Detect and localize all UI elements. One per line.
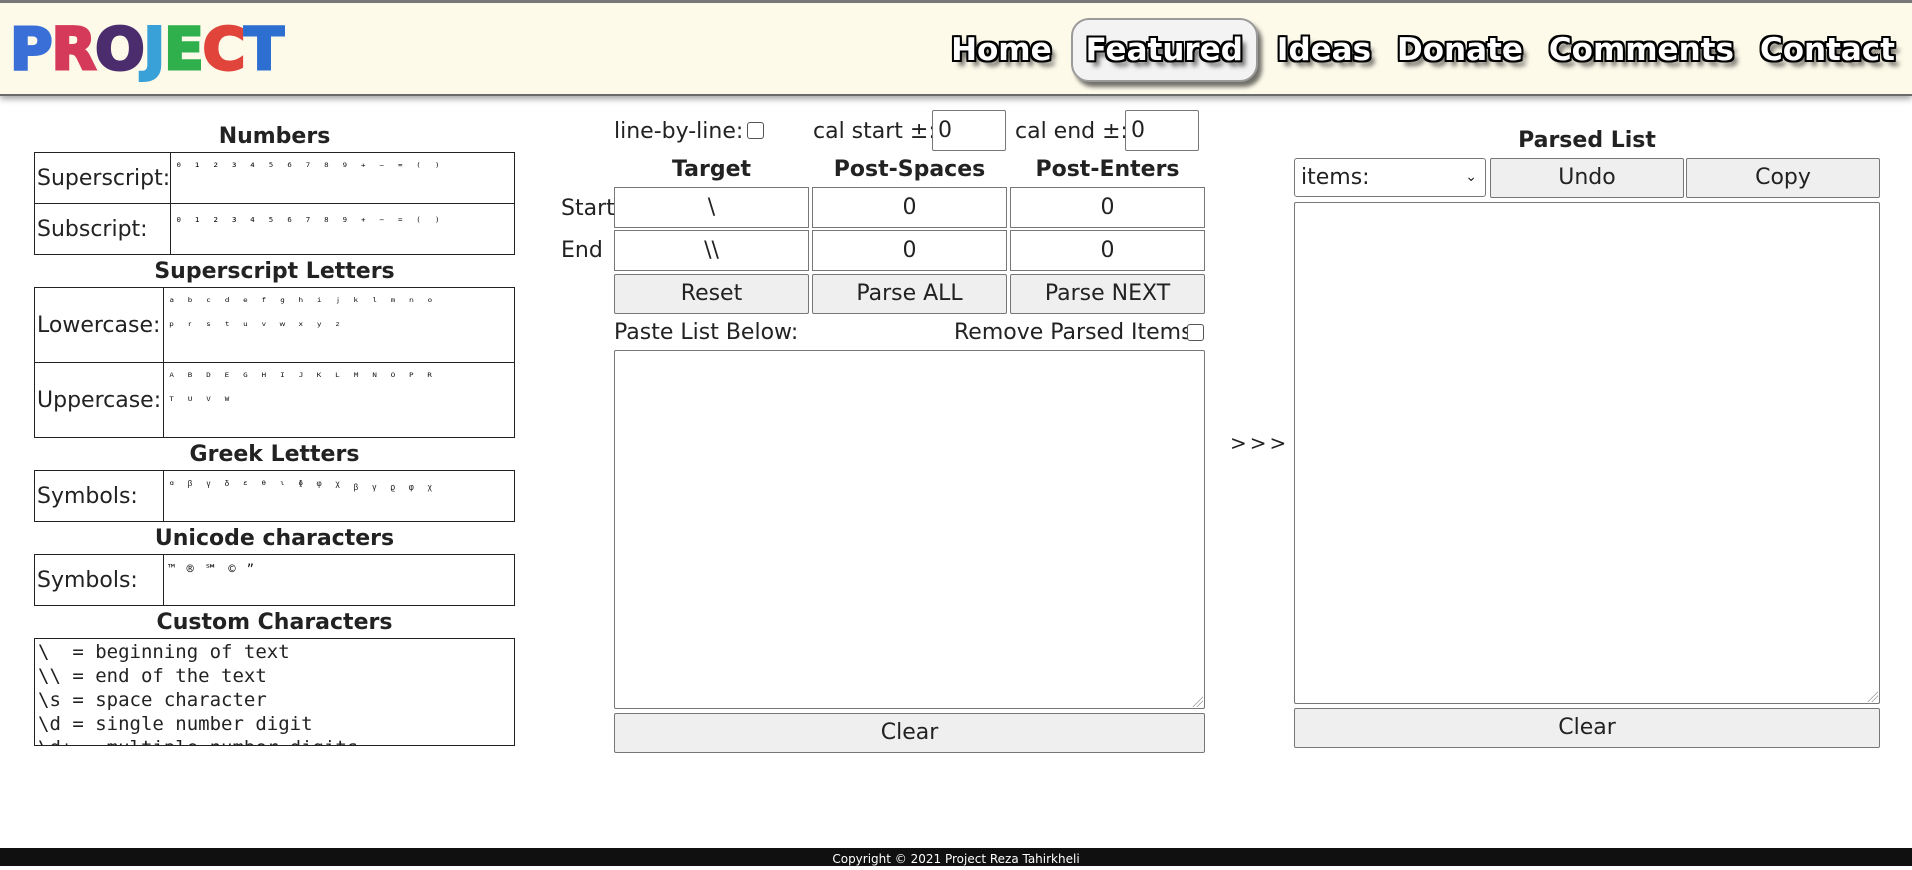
post-spaces-column-header: Post-Spaces [833,157,986,182]
lowercase-chars-row-1[interactable]: ᵃ ᵇ ᶜ ᵈ ᵉ ᶠ ᵍ ʰ ⁱ ʲ ᵏ ˡ ᵐ ⁿ ᵒ [168,290,510,314]
start-target-input[interactable]: \ [614,187,809,228]
logo-letter: P [9,15,54,83]
clear-input-button[interactable]: Clear [614,713,1205,753]
target-column-header: Target [671,157,752,182]
custom-character-line: \d+ = multiple number digits [38,736,511,745]
paste-list-textarea[interactable] [614,350,1205,709]
lowercase-chars-row-2[interactable]: ᵖ ʳ ˢ ᵗ ᵘ ᵛ ʷ ˣ ʸ ᶻ [168,314,510,338]
logo-letter: E [163,15,206,83]
custom-characters-heading: Custom Characters [156,610,393,635]
greek-symbols-label: Symbols: [34,470,164,522]
parse-next-button[interactable]: Parse NEXT [1010,274,1205,314]
unicode-characters-heading: Unicode characters [154,526,395,551]
parse-all-button[interactable]: Parse ALL [812,274,1007,314]
resize-grip-icon[interactable] [1866,690,1878,702]
nav-donate-link[interactable]: Donate [1384,17,1536,83]
parsed-list-title: Parsed List [1518,128,1656,153]
custom-character-line: \ = beginning of text [38,641,290,663]
start-post-enters-input[interactable]: 0 [1010,187,1205,228]
end-post-spaces-input[interactable]: 0 [812,230,1007,271]
cal-end-input[interactable]: 0 [1125,110,1199,151]
superscript-label: Superscript: [34,152,172,204]
greek-letters-heading: Greek Letters [189,442,360,467]
nav-contact-link[interactable]: Contact [1747,17,1908,83]
nav-featured-link[interactable]: Featured [1070,18,1258,82]
site-header: PROJECT Home Featured Ideas Donate Comments C… [0,0,1912,96]
custom-character-line: \d = single number digit [38,713,313,735]
logo-letter: O [94,15,146,83]
uppercase-chars[interactable]: ᴬ ᴮ ᴰ ᴱ ᴳ ᴴ ᴵ ᴶ ᴷ ᴸ ᴹ ᴺ ᴼ ᴾ ᴿ ᵀ ᵁ ⱽ ᵂ [163,362,515,438]
transfer-arrow: >>> [1230,431,1290,455]
subscript-label: Subscript: [34,203,172,255]
unicode-symbols-label: Symbols: [34,554,164,606]
custom-character-line: \s = space character [38,689,267,711]
copyright-text: Copyright © 2021 Project Reza Tahirkheli [832,852,1080,866]
start-post-spaces-input[interactable]: 0 [812,187,1007,228]
greek-letters-table: Symbols: ᵅ ᵝ ᵞ ᵟ ᵋ ᶿ ᶥ ᶲ ᵠ ᵡ ᵦ ᵧ ᵨ ᵩ ᵪ [34,470,515,522]
start-row-label: Start [561,196,615,221]
nav-ideas-link[interactable]: Ideas [1264,17,1384,83]
nav-home-link[interactable]: Home [938,17,1065,83]
remove-parsed-items-checkbox[interactable] [1187,324,1204,341]
cal-end-label: cal end ±: [1015,119,1128,144]
subscript-chars[interactable]: ₀ ₁ ₂ ₃ ₄ ₅ ₆ ₇ ₈ ₉ ₊ ₋ ₌ ₍ ₎ [170,203,515,255]
line-by-line-checkbox[interactable] [747,122,764,139]
cal-start-label: cal start ±: [813,119,936,144]
clear-parsed-button[interactable]: Clear [1294,708,1880,748]
items-select[interactable]: items: ⌄ [1294,158,1486,197]
remove-parsed-items-label: Remove Parsed Items [954,320,1193,345]
line-by-line-label: line-by-line: [614,119,744,144]
unicode-characters-table: Symbols: ™ ® ℠ © ” [34,554,515,606]
custom-characters-box[interactable]: \ = beginning of text \\ = end of the tex… [34,638,515,746]
end-row-label: End [561,238,603,263]
uppercase-label: Uppercase: [34,362,164,438]
greek-chars[interactable]: ᵅ ᵝ ᵞ ᵟ ᵋ ᶿ ᶥ ᶲ ᵠ ᵡ ᵦ ᵧ ᵨ ᵩ ᵪ [163,470,515,522]
unicode-chars[interactable]: ™ ® ℠ © ” [163,554,515,606]
logo-letter: T [243,15,286,83]
end-post-enters-input[interactable]: 0 [1010,230,1205,271]
undo-button[interactable]: Undo [1490,158,1684,198]
logo-letter: C [201,15,247,83]
items-select-value: items: [1301,165,1370,190]
project-logo[interactable]: PROJECT [9,15,286,83]
numbers-table: Superscript: ⁰ ¹ ² ³ ⁴ ⁵ ⁶ ⁷ ⁸ ⁹ ⁺ ⁻ ⁼ ⁽… [34,152,515,255]
numbers-heading: Numbers [218,124,331,149]
nav-comments-link[interactable]: Comments [1536,17,1747,83]
reset-button[interactable]: Reset [614,274,809,314]
paste-list-label: Paste List Below: [614,320,799,345]
logo-letter: R [50,15,98,83]
superscript-letters-table: Lowercase: ᵃ ᵇ ᶜ ᵈ ᵉ ᶠ ᵍ ʰ ⁱ ʲ ᵏ ˡ ᵐ ⁿ ᵒ… [34,287,515,438]
chevron-down-icon: ⌄ [1465,169,1477,185]
uppercase-chars-row-1[interactable]: ᴬ ᴮ ᴰ ᴱ ᴳ ᴴ ᴵ ᴶ ᴷ ᴸ ᴹ ᴺ ᴼ ᴾ ᴿ [168,365,510,389]
end-target-input[interactable]: \\ [614,230,809,271]
superscript-letters-heading: Superscript Letters [154,259,395,284]
lowercase-label: Lowercase: [34,287,164,363]
cal-start-input[interactable]: 0 [932,110,1006,151]
main-nav: Home Featured Ideas Donate Comments Contact [938,17,1908,83]
superscript-chars[interactable]: ⁰ ¹ ² ³ ⁴ ⁵ ⁶ ⁷ ⁸ ⁹ ⁺ ⁻ ⁼ ⁽ ⁾ [170,152,515,204]
parsed-list-textarea[interactable] [1294,202,1880,704]
character-reference-panel: Numbers Superscript: ⁰ ¹ ² ³ ⁴ ⁵ ⁶ ⁷ ⁸ ⁹… [34,120,539,755]
custom-character-line: \\ = end of the text [38,665,267,687]
post-enters-column-header: Post-Enters [1035,157,1180,182]
resize-grip-icon[interactable] [1191,695,1203,707]
lowercase-chars[interactable]: ᵃ ᵇ ᶜ ᵈ ᵉ ᶠ ᵍ ʰ ⁱ ʲ ᵏ ˡ ᵐ ⁿ ᵒ ᵖ ʳ ˢ ᵗ ᵘ … [163,287,515,363]
uppercase-chars-row-2[interactable]: ᵀ ᵁ ⱽ ᵂ [168,389,510,413]
copy-button[interactable]: Copy [1686,158,1880,198]
logo-letter: J [142,15,167,83]
site-footer: Copyright © 2021 Project Reza Tahirkheli [0,848,1912,866]
